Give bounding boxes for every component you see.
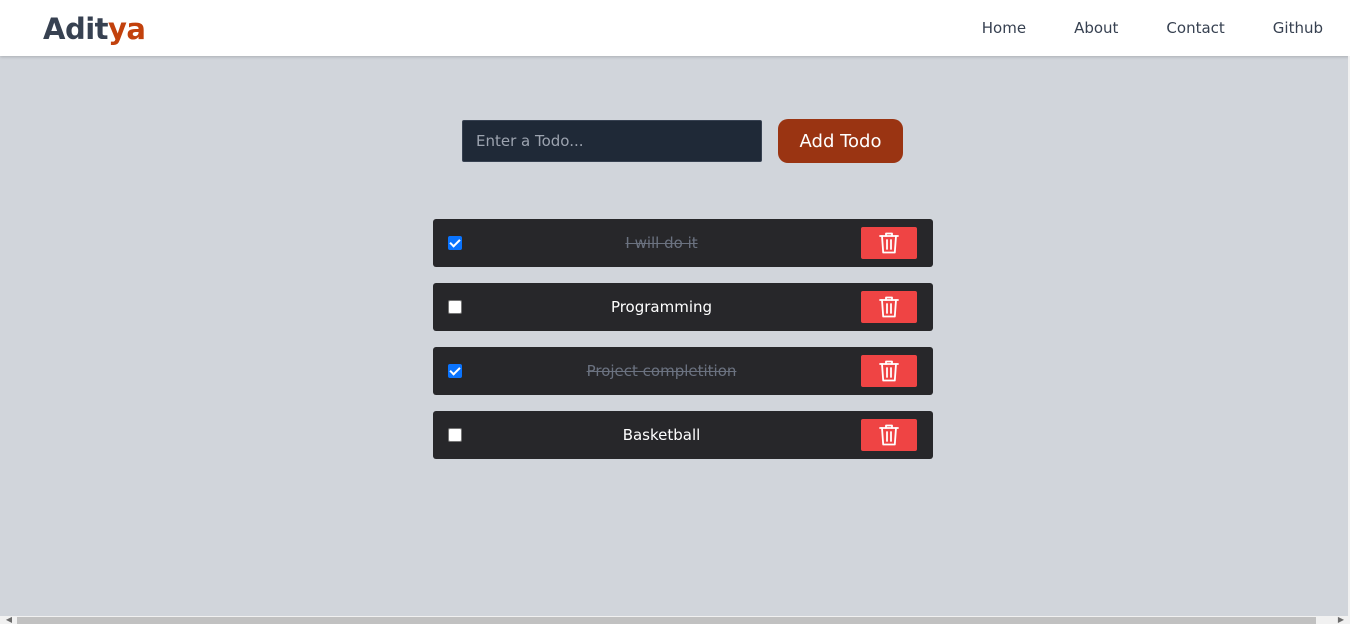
todo-input[interactable] <box>462 120 762 162</box>
nav-link-home[interactable]: Home <box>982 17 1026 39</box>
scrollbar-thumb[interactable] <box>17 617 1316 624</box>
trash-icon <box>879 424 899 446</box>
todo-text: Project completition <box>586 362 737 380</box>
horizontal-scrollbar[interactable]: ◀ ▶ <box>0 616 1350 624</box>
trash-icon <box>879 360 899 382</box>
delete-todo-button[interactable] <box>861 227 917 259</box>
todo-item: Project completition <box>433 347 933 395</box>
nav-link-about[interactable]: About <box>1074 17 1118 39</box>
add-todo-form: Add Todo <box>462 119 903 163</box>
nav-link-contact[interactable]: Contact <box>1166 17 1224 39</box>
nav-links: Home About Contact Github <box>982 17 1323 39</box>
brand-name-part1: Adit <box>43 12 109 46</box>
todo-item: I will do it <box>433 219 933 267</box>
delete-todo-button[interactable] <box>861 291 917 323</box>
chevron-left-icon[interactable]: ◀ <box>2 616 16 624</box>
todo-item: Programming <box>433 283 933 331</box>
delete-todo-button[interactable] <box>861 419 917 451</box>
navbar: Aditya Home About Contact Github <box>0 0 1350 56</box>
todo-text: Programming <box>610 298 713 316</box>
nav-link-github[interactable]: Github <box>1273 17 1323 39</box>
trash-icon <box>879 232 899 254</box>
delete-todo-button[interactable] <box>861 355 917 387</box>
todo-text: I will do it <box>625 234 698 252</box>
add-todo-button[interactable]: Add Todo <box>778 119 903 163</box>
chevron-right-icon[interactable]: ▶ <box>1334 616 1348 624</box>
todo-item: Basketball <box>433 411 933 459</box>
brand-logo[interactable]: Aditya <box>43 10 146 48</box>
todo-list: I will do it Programming Project complet… <box>433 219 933 475</box>
brand-name-part2: ya <box>108 12 146 46</box>
todo-text: Basketball <box>622 426 701 444</box>
trash-icon <box>879 296 899 318</box>
